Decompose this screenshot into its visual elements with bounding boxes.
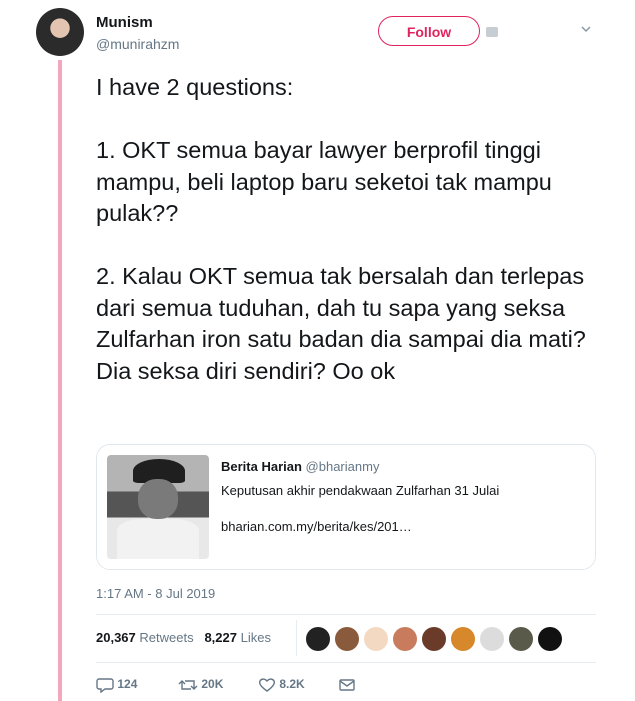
liker-avatar[interactable] <box>393 627 417 651</box>
card-headline: Keputusan akhir pendakwaan Zulfarhan 31 … <box>221 483 500 498</box>
stats-separator <box>296 620 297 656</box>
retweets-count[interactable]: 20,367 <box>96 630 136 645</box>
like-count: 8.2K <box>279 677 305 692</box>
card-link[interactable]: bharian.com.my/berita/kes/201… <box>221 519 412 534</box>
retweet-count: 20K <box>201 677 224 692</box>
reply-count: 124 <box>117 677 138 692</box>
liker-avatar[interactable] <box>451 627 475 651</box>
reply-action[interactable]: 124 <box>96 677 137 693</box>
link-card[interactable]: Berita Harian @bharianmy Keputusan akhir… <box>96 444 596 570</box>
tweet-timestamp[interactable]: 1:17 AM - 8 Jul 2019 <box>96 586 215 601</box>
liker-avatar[interactable] <box>422 627 446 651</box>
liker-avatar[interactable] <box>538 627 562 651</box>
liker-avatar[interactable] <box>306 627 330 651</box>
likes-count[interactable]: 8,227 <box>204 630 237 645</box>
likes-label[interactable]: Likes <box>241 630 271 645</box>
liker-avatar[interactable] <box>335 627 359 651</box>
like-action[interactable]: 8.2K <box>258 677 305 693</box>
promoted-icon <box>486 27 498 37</box>
card-source: Berita Harian @bharianmy <box>221 459 379 474</box>
thread-line <box>58 60 62 701</box>
card-source-name: Berita Harian <box>221 459 302 474</box>
tweet-text: I have 2 questions: 1. OKT semua bayar l… <box>96 74 586 384</box>
retweet-action[interactable]: 20K <box>178 677 223 693</box>
user-name[interactable]: Munism <box>96 14 153 31</box>
liker-avatar[interactable] <box>480 627 504 651</box>
card-thumbnail <box>107 455 209 559</box>
heart-icon <box>258 678 276 692</box>
divider <box>96 614 596 615</box>
liker-avatar[interactable] <box>364 627 388 651</box>
user-handle[interactable]: @munirahzm <box>96 36 179 52</box>
divider <box>96 662 596 663</box>
avatar[interactable] <box>36 8 84 56</box>
envelope-icon <box>339 679 355 691</box>
tweet-stats: 20,367 Retweets 8,227 Likes <box>96 630 271 645</box>
card-source-handle: @bharianmy <box>305 459 380 474</box>
retweet-icon <box>178 680 198 690</box>
dm-action[interactable] <box>338 677 356 693</box>
retweets-label[interactable]: Retweets <box>139 630 193 645</box>
liker-avatar[interactable] <box>509 627 533 651</box>
chevron-down-icon[interactable] <box>581 24 591 34</box>
follow-button[interactable]: Follow <box>378 16 480 46</box>
reply-icon <box>96 678 114 693</box>
